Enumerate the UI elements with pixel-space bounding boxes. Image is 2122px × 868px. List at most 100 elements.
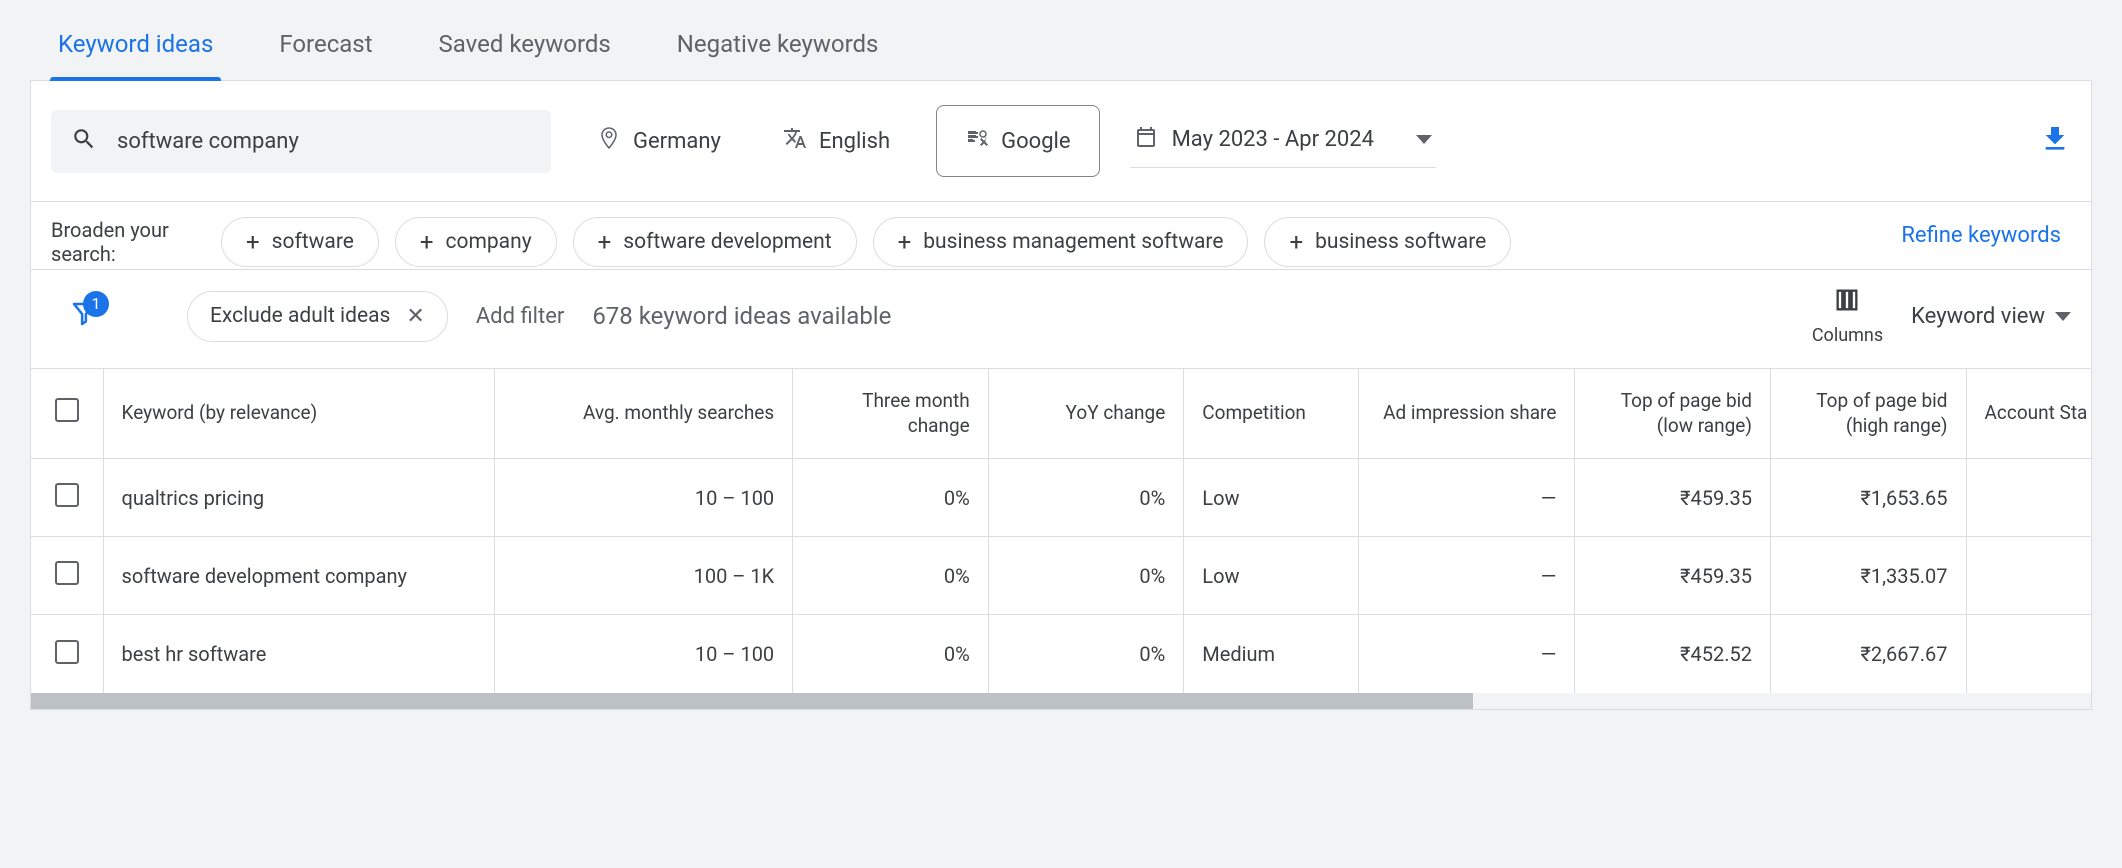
cell-bid-low: ₹459.35 (1575, 459, 1771, 537)
close-icon[interactable]: ✕ (406, 304, 424, 329)
cell-bid-low: ₹452.52 (1575, 615, 1771, 693)
translate-icon (783, 126, 807, 156)
columns-button[interactable]: Columns (1812, 286, 1883, 346)
tab-saved-keywords[interactable]: Saved keywords (431, 20, 619, 80)
table-row[interactable]: qualtrics pricing10 – 1000%0%Low—₹459.35… (31, 459, 2091, 537)
table-row[interactable]: best hr software10 – 1000%0%Medium—₹452.… (31, 615, 2091, 693)
download-icon (2039, 137, 2071, 160)
cell-competition: Medium (1184, 615, 1359, 693)
cell-ad-impression: — (1359, 459, 1575, 537)
table-row[interactable]: software development company100 – 1K0%0%… (31, 537, 2091, 615)
refine-keywords-link[interactable]: Refine keywords (1901, 222, 2061, 251)
header-keyword[interactable]: Keyword (by relevance) (103, 369, 494, 459)
cell-bid-low: ₹459.35 (1575, 537, 1771, 615)
tab-keyword-ideas[interactable]: Keyword ideas (50, 20, 221, 80)
cell-avg: 10 – 100 (494, 615, 793, 693)
cell-keyword: software development company (103, 537, 494, 615)
broaden-chip[interactable]: +software development (573, 217, 857, 267)
toolbar-row: 1 Exclude adult ideas ✕ Add filter 678 k… (31, 269, 2091, 368)
broaden-chip[interactable]: + software (221, 217, 379, 267)
search-icon (71, 126, 97, 157)
broaden-chip[interactable]: + company (395, 217, 557, 267)
cell-account (1966, 537, 2091, 615)
broaden-chip[interactable]: +business management software (873, 217, 1249, 267)
row-checkbox-cell[interactable] (31, 615, 103, 693)
network-filter[interactable]: Google (936, 105, 1099, 177)
location-filter[interactable]: Germany (581, 116, 737, 166)
checkbox[interactable] (55, 561, 79, 585)
chevron-down-icon (1416, 135, 1432, 144)
cell-ad-impression: — (1359, 537, 1575, 615)
location-icon (597, 126, 621, 156)
chevron-down-icon (2055, 312, 2071, 321)
cell-three-month: 0% (793, 615, 989, 693)
date-range-filter[interactable]: May 2023 - Apr 2024 (1130, 115, 1436, 168)
row-checkbox-cell[interactable] (31, 459, 103, 537)
keyword-view-label: Keyword view (1911, 304, 2045, 329)
add-filter-button[interactable]: Add filter (476, 304, 564, 329)
horizontal-scrollbar[interactable] (31, 693, 2091, 709)
network-value: Google (1001, 129, 1070, 154)
download-button[interactable] (2039, 123, 2071, 160)
cell-keyword: best hr software (103, 615, 494, 693)
scrollbar-thumb[interactable] (31, 693, 1473, 709)
table-header-row: Keyword (by relevance) Avg. monthly sear… (31, 369, 2091, 459)
chip-label: company (446, 230, 532, 254)
cell-competition: Low (1184, 537, 1359, 615)
applied-filter-chip[interactable]: Exclude adult ideas ✕ (187, 291, 448, 342)
header-avg[interactable]: Avg. monthly searches (494, 369, 793, 459)
cell-account (1966, 615, 2091, 693)
cell-avg: 10 – 100 (494, 459, 793, 537)
columns-icon (1833, 286, 1861, 319)
filter-button[interactable]: 1 (69, 299, 99, 334)
language-value: English (819, 129, 890, 154)
tab-forecast[interactable]: Forecast (271, 20, 380, 80)
applied-filter-label: Exclude adult ideas (210, 304, 390, 328)
network-icon (965, 126, 989, 156)
cell-bid-high: ₹1,335.07 (1770, 537, 1966, 615)
cell-bid-high: ₹1,653.65 (1770, 459, 1966, 537)
checkbox[interactable] (55, 640, 79, 664)
date-range-value: May 2023 - Apr 2024 (1172, 127, 1374, 152)
filter-badge: 1 (83, 291, 109, 317)
ideas-count: 678 keyword ideas available (592, 302, 891, 330)
plus-icon: + (598, 228, 612, 256)
plus-icon: + (420, 228, 434, 256)
header-competition[interactable]: Competition (1184, 369, 1359, 459)
chip-label: software (272, 230, 354, 254)
cell-three-month: 0% (793, 537, 989, 615)
checkbox[interactable] (55, 483, 79, 507)
header-checkbox[interactable] (31, 369, 103, 459)
cell-keyword: qualtrics pricing (103, 459, 494, 537)
cell-three-month: 0% (793, 459, 989, 537)
search-input[interactable] (117, 129, 531, 154)
header-three-month[interactable]: Three month change (793, 369, 989, 459)
header-ad-impression[interactable]: Ad impression share (1359, 369, 1575, 459)
language-filter[interactable]: English (767, 116, 906, 166)
broaden-chip[interactable]: +business software (1264, 217, 1511, 267)
plus-icon: + (246, 228, 260, 256)
columns-label: Columns (1812, 325, 1883, 346)
cell-competition: Low (1184, 459, 1359, 537)
broaden-row: Broaden your search: + software + company … (31, 201, 2091, 269)
row-checkbox-cell[interactable] (31, 537, 103, 615)
tab-negative-keywords[interactable]: Negative keywords (669, 20, 887, 80)
header-bid-high[interactable]: Top of page bid (high range) (1770, 369, 1966, 459)
header-yoy[interactable]: YoY change (988, 369, 1184, 459)
tabs-bar: Keyword ideas Forecast Saved keywords Ne… (30, 0, 2092, 81)
keyword-view-dropdown[interactable]: Keyword view (1911, 304, 2071, 329)
header-bid-low[interactable]: Top of page bid (low range) (1575, 369, 1771, 459)
search-box[interactable] (51, 110, 551, 173)
checkbox[interactable] (55, 398, 79, 422)
location-value: Germany (633, 129, 721, 154)
header-account[interactable]: Account Sta (1966, 369, 2091, 459)
plus-icon: + (898, 228, 912, 256)
cell-avg: 100 – 1K (494, 537, 793, 615)
cell-yoy: 0% (988, 537, 1184, 615)
chip-label: business software (1315, 230, 1486, 254)
broaden-chips: + software + company +software development… (221, 217, 1511, 267)
keyword-table: Keyword (by relevance) Avg. monthly sear… (31, 368, 2091, 693)
cell-yoy: 0% (988, 615, 1184, 693)
broaden-label: Broaden your search: (51, 218, 201, 266)
calendar-icon (1134, 125, 1158, 155)
